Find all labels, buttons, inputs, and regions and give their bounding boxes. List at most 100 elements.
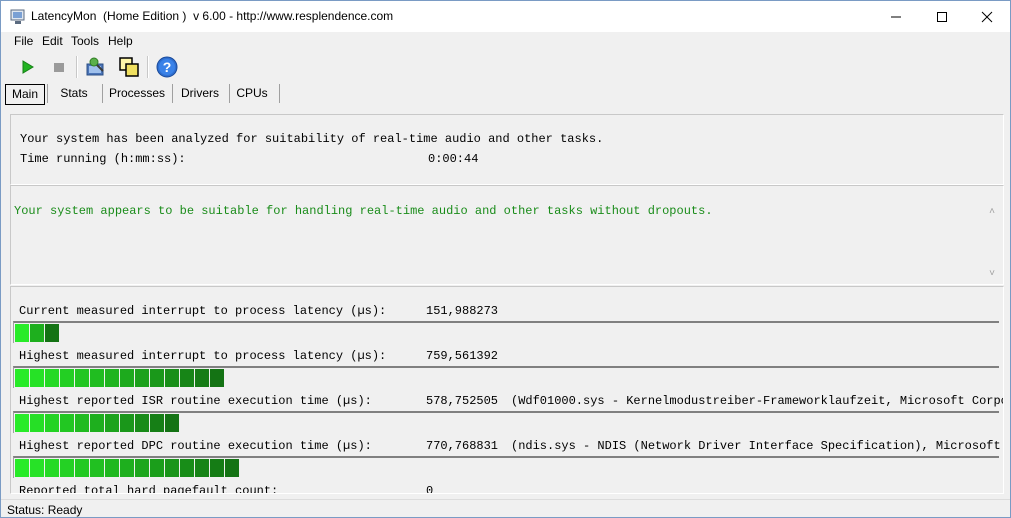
bar-segment (120, 369, 134, 387)
tab-processes[interactable]: Processes (106, 84, 168, 103)
play-icon (22, 60, 34, 74)
bar-segment (120, 414, 134, 432)
bar-segment (60, 414, 74, 432)
bar-segment (45, 369, 59, 387)
bar-segment (135, 369, 149, 387)
tab-strip: Main Stats Processes Drivers CPUs (1, 81, 1010, 105)
minimize-icon (891, 16, 901, 17)
monitor-app-icon (10, 9, 26, 25)
bar-segment (15, 369, 29, 387)
metric-value: 151,988273 (426, 304, 499, 318)
bar-segment (165, 459, 179, 477)
status-text: Status: Ready (7, 503, 83, 517)
bar-segment (180, 459, 194, 477)
maximize-button[interactable] (919, 1, 965, 32)
metric-label: Reported total hard pagefault count: (19, 484, 279, 494)
close-icon (981, 11, 993, 22)
bar-segment (15, 414, 29, 432)
help-icon: ? (156, 56, 178, 78)
time-running-label: Time running (h:mm:ss): (20, 152, 186, 166)
bar-segment (210, 459, 224, 477)
bar-segment (90, 369, 104, 387)
bar-segment (15, 459, 29, 477)
bar-segment (225, 459, 239, 477)
bar-segment (165, 369, 179, 387)
menu-edit[interactable]: Edit (42, 34, 63, 48)
scroll-up-icon[interactable]: ˄ (985, 204, 999, 218)
bar-segment (60, 459, 74, 477)
bar-segment (150, 459, 164, 477)
bar-segment (105, 414, 119, 432)
menu-bar: File Edit Tools Help (1, 32, 1010, 51)
driver-scan-icon (86, 57, 104, 76)
tab-cpus[interactable]: CPUs (233, 84, 271, 103)
latency-bar (13, 366, 999, 388)
menu-file[interactable]: File (14, 34, 33, 48)
svg-text:?: ? (163, 59, 172, 75)
status-bar: Status: Ready (1, 499, 1010, 517)
time-running-value: 0:00:44 (428, 152, 479, 166)
bar-segment (120, 459, 134, 477)
bar-segment (90, 414, 104, 432)
metric-label: Current measured interrupt to process la… (19, 304, 387, 318)
help-button[interactable]: ? (155, 55, 179, 79)
summary-text: Your system has been analyzed for suitab… (20, 132, 604, 146)
metric-value: 759,561392 (426, 349, 499, 363)
bar-segment (15, 324, 29, 342)
toolbar: ? (1, 53, 1010, 81)
metric-label: Highest measured interrupt to process la… (19, 349, 387, 363)
bar-segment (135, 459, 149, 477)
metric-label: Highest reported DPC routine execution t… (19, 439, 372, 453)
maximize-icon (937, 11, 947, 22)
app-window: LatencyMon (Home Edition ) v 6.00 - http… (0, 0, 1011, 518)
isr-bar (13, 411, 999, 433)
bar-segment (30, 414, 44, 432)
bar-segment (75, 459, 89, 477)
bar-segment (45, 324, 59, 342)
bar-segment (90, 459, 104, 477)
bar-segment (30, 324, 44, 342)
bar-segment (180, 369, 194, 387)
stop-icon (54, 63, 64, 72)
bar-segment (45, 414, 59, 432)
bar-segment (45, 459, 59, 477)
dpc-bar (13, 456, 999, 478)
close-button[interactable] (964, 1, 1010, 32)
windows-button[interactable] (117, 55, 141, 79)
metric-label: Highest reported ISR routine execution t… (19, 394, 372, 408)
verdict-panel[interactable]: Your system appears to be suitable for h… (10, 185, 1004, 285)
scroll-down-icon[interactable]: ˅ (985, 266, 999, 280)
bar-segment (150, 369, 164, 387)
tab-main[interactable]: Main (5, 84, 45, 105)
tab-stats[interactable]: Stats (51, 84, 97, 103)
menu-tools[interactable]: Tools (71, 34, 99, 48)
bar-segment (75, 414, 89, 432)
bar-segment (195, 459, 209, 477)
menu-help[interactable]: Help (108, 34, 133, 48)
verdict-text: Your system appears to be suitable for h… (14, 204, 713, 218)
metric-detail: (ndis.sys - NDIS (Network Driver Interfa… (511, 439, 1001, 453)
bar-segment (30, 369, 44, 387)
metric-value: 0 (426, 484, 434, 494)
bar-segment (150, 414, 164, 432)
stop-button[interactable] (47, 55, 71, 79)
metric-value: 578,752505 (426, 394, 499, 408)
latency-bar (13, 321, 999, 343)
metric-detail: (Wdf01000.sys - Kernelmodustreiber-Frame… (511, 394, 1004, 408)
bar-segment (105, 369, 119, 387)
windows-icon (119, 57, 139, 77)
tab-drivers[interactable]: Drivers (176, 84, 224, 103)
title-bar[interactable]: LatencyMon (Home Edition ) v 6.00 - http… (1, 1, 1010, 32)
driver-scan-button[interactable] (84, 55, 108, 79)
bar-segment (165, 414, 179, 432)
bar-segment (135, 414, 149, 432)
bar-segment (195, 369, 209, 387)
bar-segment (75, 369, 89, 387)
summary-panel: Your system has been analyzed for suitab… (10, 114, 1004, 185)
bar-segment (105, 459, 119, 477)
metrics-panel: Current measured interrupt to process la… (10, 286, 1004, 494)
minimize-button[interactable] (873, 1, 919, 32)
start-button[interactable] (15, 55, 39, 79)
metric-value: 770,768831 (426, 439, 499, 453)
bar-segment (30, 459, 44, 477)
